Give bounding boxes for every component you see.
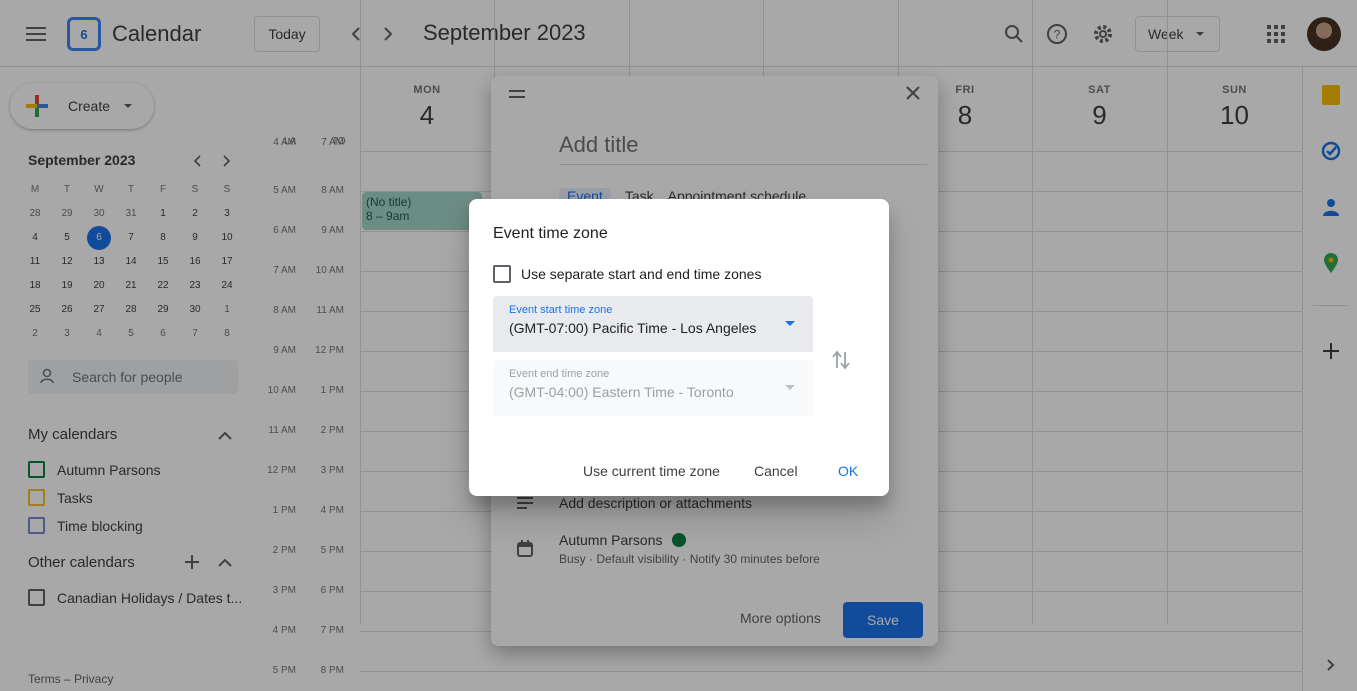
dialog-title: Event time zone — [493, 225, 608, 242]
end-time-zone-label: Event end time zone — [509, 368, 610, 380]
start-time-zone-label: Event start time zone — [509, 304, 613, 316]
cancel-button[interactable]: Cancel — [754, 463, 798, 479]
start-time-zone-select[interactable]: Event start time zone (GMT-07:00) Pacifi… — [493, 296, 813, 352]
start-time-zone-value: (GMT-07:00) Pacific Time - Los Angeles — [509, 320, 757, 336]
ok-button[interactable]: OK — [838, 463, 858, 479]
separate-time-zones-label: Use separate start and end time zones — [521, 266, 762, 282]
end-time-zone-value: (GMT-04:00) Eastern Time - Toronto — [509, 384, 734, 400]
separate-time-zones-option[interactable]: Use separate start and end time zones — [493, 265, 761, 283]
separate-time-zones-checkbox[interactable] — [493, 265, 511, 283]
end-time-zone-select[interactable]: Event end time zone (GMT-04:00) Eastern … — [493, 360, 813, 416]
dropdown-arrow-icon — [785, 385, 795, 390]
dropdown-arrow-icon — [785, 321, 795, 326]
event-time-zone-dialog: Event time zone Use separate start and e… — [469, 199, 889, 496]
swap-time-zones-icon[interactable] — [821, 340, 861, 380]
use-current-time-zone-button[interactable]: Use current time zone — [583, 463, 720, 479]
